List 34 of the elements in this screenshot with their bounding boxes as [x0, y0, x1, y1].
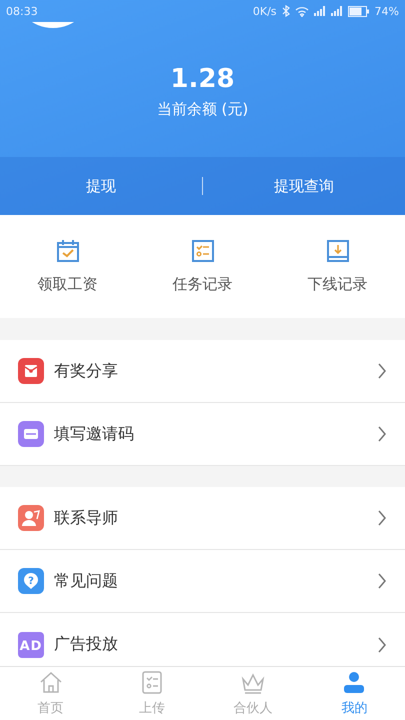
balance-label: 当前余额 (元): [156, 100, 248, 119]
menu-item[interactable]: 有奖分享: [0, 340, 405, 403]
envelope-icon: [18, 358, 44, 384]
menu-item[interactable]: ? 常见问题: [0, 550, 405, 613]
status-time: 08:33: [6, 4, 38, 18]
ticket-icon: [18, 421, 44, 447]
action-button[interactable]: 提现查询: [203, 166, 405, 206]
menu-item[interactable]: AD 广告投放: [0, 613, 405, 666]
question-icon: ?: [18, 568, 44, 594]
checklist-icon: [190, 239, 214, 263]
menu-item[interactable]: 填写邀请码: [0, 403, 405, 466]
home-icon: [38, 670, 64, 696]
bluetooth-icon: [282, 5, 290, 17]
chevron-right-icon: [377, 573, 387, 589]
quick-link[interactable]: 任务记录: [135, 215, 270, 318]
menu-item[interactable]: 联系导师: [0, 487, 405, 550]
download-box-icon: [326, 239, 350, 263]
ad-icon: AD: [18, 632, 44, 658]
chevron-right-icon: [377, 510, 387, 526]
calendar-check-icon: [56, 239, 80, 263]
person-icon: [18, 505, 44, 531]
quick-link[interactable]: 领取工资: [0, 215, 135, 318]
balance-amount: 1.28: [170, 64, 235, 94]
signal-icon: [330, 6, 343, 16]
signal-icon: [314, 6, 326, 16]
action-button[interactable]: 提现: [0, 166, 202, 206]
battery-percent: 74%: [374, 4, 399, 18]
chevron-right-icon: [377, 363, 387, 379]
chevron-right-icon: [377, 636, 387, 652]
network-speed: 0K/s: [252, 4, 277, 18]
wifi-icon: [294, 6, 309, 16]
battery-icon: [348, 6, 370, 16]
quick-link[interactable]: 下线记录: [270, 215, 405, 318]
chevron-right-icon: [377, 426, 387, 442]
